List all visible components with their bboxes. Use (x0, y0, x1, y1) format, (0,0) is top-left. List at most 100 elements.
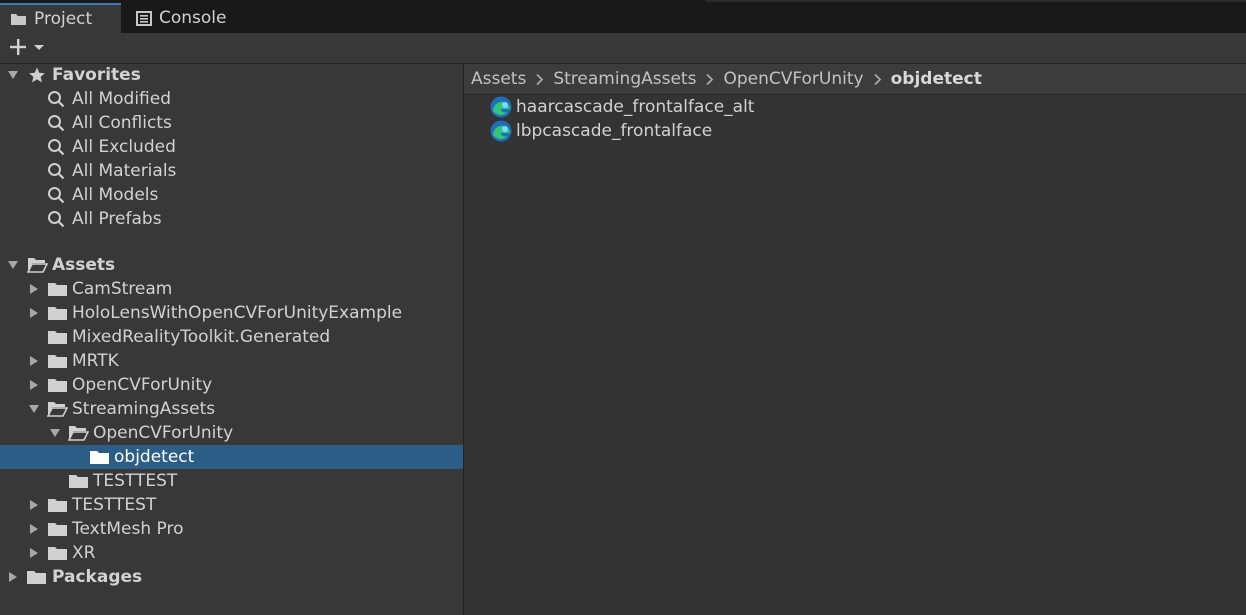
chevron-right-icon (873, 73, 882, 86)
plus-icon (10, 39, 26, 55)
favorite-item[interactable]: All Conflicts (0, 111, 463, 135)
folder-label: HoloLensWithOpenCVForUnityExample (72, 303, 403, 323)
open-folder-icon (27, 257, 48, 273)
collapse-arrow-icon[interactable] (28, 547, 40, 559)
tree-item-folder[interactable]: OpenCVForUnity (0, 373, 463, 397)
breadcrumb: Assets StreamingAssets OpenCVForUnity ob… (464, 64, 1246, 95)
breadcrumb-item[interactable]: Assets (471, 69, 526, 89)
breadcrumb-current[interactable]: objdetect (891, 69, 982, 89)
folder-label: TextMesh Pro (72, 519, 184, 539)
tree-item-folder[interactable]: XR (0, 541, 463, 565)
search-icon (47, 114, 65, 132)
favorite-item[interactable]: All Excluded (0, 135, 463, 159)
folder-icon (69, 474, 88, 489)
breadcrumb-item[interactable]: OpenCVForUnity (723, 69, 863, 89)
favorite-item[interactable]: All Modified (0, 87, 463, 111)
folder-icon (48, 498, 67, 513)
chevron-down-icon (34, 45, 44, 50)
folder-icon (48, 546, 67, 561)
tree-item-favorites[interactable]: Favorites (0, 63, 463, 87)
collapse-arrow-icon[interactable] (28, 499, 40, 511)
chevron-right-icon (535, 73, 544, 86)
open-folder-icon (47, 401, 68, 417)
folder-label: objdetect (114, 447, 195, 467)
folder-label: TESTTEST (93, 471, 178, 491)
collapse-arrow-icon[interactable] (28, 523, 40, 535)
folder-label: XR (72, 543, 96, 563)
edge-browser-file-icon (490, 96, 512, 118)
project-toolbar (0, 33, 1246, 64)
breadcrumb-item[interactable]: StreamingAssets (553, 69, 696, 89)
tree-item-folder[interactable]: OpenCVForUnity (0, 421, 463, 445)
favorite-item-label: All Materials (72, 161, 177, 181)
tab-console-label: Console (159, 8, 227, 28)
search-icon (47, 186, 65, 204)
search-icon (47, 162, 65, 180)
expand-arrow-icon[interactable] (28, 403, 40, 415)
expand-arrow-icon[interactable] (7, 259, 19, 271)
project-tree: Favorites All Modified All Conflicts All… (0, 64, 463, 615)
folder-icon (48, 378, 67, 393)
folder-label: MixedRealityToolkit.Generated (72, 327, 331, 347)
edge-browser-file-icon (490, 120, 512, 142)
expand-arrow-icon[interactable] (49, 427, 61, 439)
asset-browser: Assets StreamingAssets OpenCVForUnity ob… (464, 64, 1246, 615)
chevron-right-icon (705, 73, 714, 86)
favorite-item-label: All Prefabs (72, 209, 162, 229)
asset-file-name: lbpcascade_frontalface (516, 121, 713, 141)
folder-icon (48, 330, 67, 345)
console-icon (136, 10, 152, 26)
search-icon (47, 210, 65, 228)
favorite-item-label: All Excluded (72, 137, 176, 157)
collapse-arrow-icon[interactable] (7, 571, 19, 583)
asset-file-name: haarcascade_frontalface_alt (516, 97, 755, 117)
folder-icon (48, 354, 67, 369)
tree-item-folder[interactable]: TESTTEST (0, 493, 463, 517)
tree-item-folder[interactable]: HoloLensWithOpenCVForUnityExample (0, 301, 463, 325)
asset-file-item[interactable]: haarcascade_frontalface_alt (488, 95, 754, 119)
favorite-item[interactable]: All Materials (0, 159, 463, 183)
tab-project[interactable]: Project (0, 3, 121, 33)
tree-item-assets[interactable]: Assets (0, 253, 463, 277)
tab-project-label: Project (34, 9, 93, 29)
folder-label: OpenCVForUnity (72, 375, 213, 395)
folder-label: OpenCVForUnity (93, 423, 234, 443)
folder-label: StreamingAssets (72, 399, 216, 419)
folder-icon (11, 14, 26, 25)
assets-label: Assets (52, 255, 116, 275)
favorite-item[interactable]: All Models (0, 183, 463, 207)
tree-item-packages[interactable]: Packages (0, 565, 463, 589)
create-asset-button[interactable] (8, 37, 46, 57)
tree-item-folder[interactable]: StreamingAssets (0, 397, 463, 421)
collapse-arrow-icon[interactable] (28, 283, 40, 295)
favorite-item-label: All Conflicts (72, 113, 172, 133)
folder-label: TESTTEST (72, 495, 157, 515)
open-folder-icon (68, 425, 89, 441)
collapse-arrow-icon[interactable] (28, 379, 40, 391)
folder-label: CamStream (72, 279, 173, 299)
tree-item-folder-selected[interactable]: objdetect (0, 445, 463, 469)
tab-console[interactable]: Console (126, 3, 246, 33)
search-icon (47, 138, 65, 156)
folder-icon (48, 306, 67, 321)
folder-label: MRTK (72, 351, 119, 371)
favorite-item-label: All Models (72, 185, 159, 205)
folder-icon (48, 282, 67, 297)
favorite-item-label: All Modified (72, 89, 172, 109)
folder-icon (48, 522, 67, 537)
tree-item-folder[interactable]: CamStream (0, 277, 463, 301)
star-icon (28, 66, 46, 84)
expand-arrow-icon[interactable] (7, 69, 19, 81)
tree-item-folder[interactable]: MixedRealityToolkit.Generated (0, 325, 463, 349)
folder-icon (90, 450, 109, 465)
tree-item-folder[interactable]: MRTK (0, 349, 463, 373)
asset-file-item[interactable]: lbpcascade_frontalface (488, 119, 712, 143)
tree-item-folder[interactable]: TextMesh Pro (0, 517, 463, 541)
favorite-item[interactable]: All Prefabs (0, 207, 463, 231)
collapse-arrow-icon[interactable] (28, 307, 40, 319)
search-icon (47, 90, 65, 108)
tab-bar-edge (705, 0, 1246, 2)
collapse-arrow-icon[interactable] (28, 355, 40, 367)
packages-label: Packages (52, 567, 143, 587)
tree-item-folder[interactable]: TESTTEST (0, 469, 463, 493)
